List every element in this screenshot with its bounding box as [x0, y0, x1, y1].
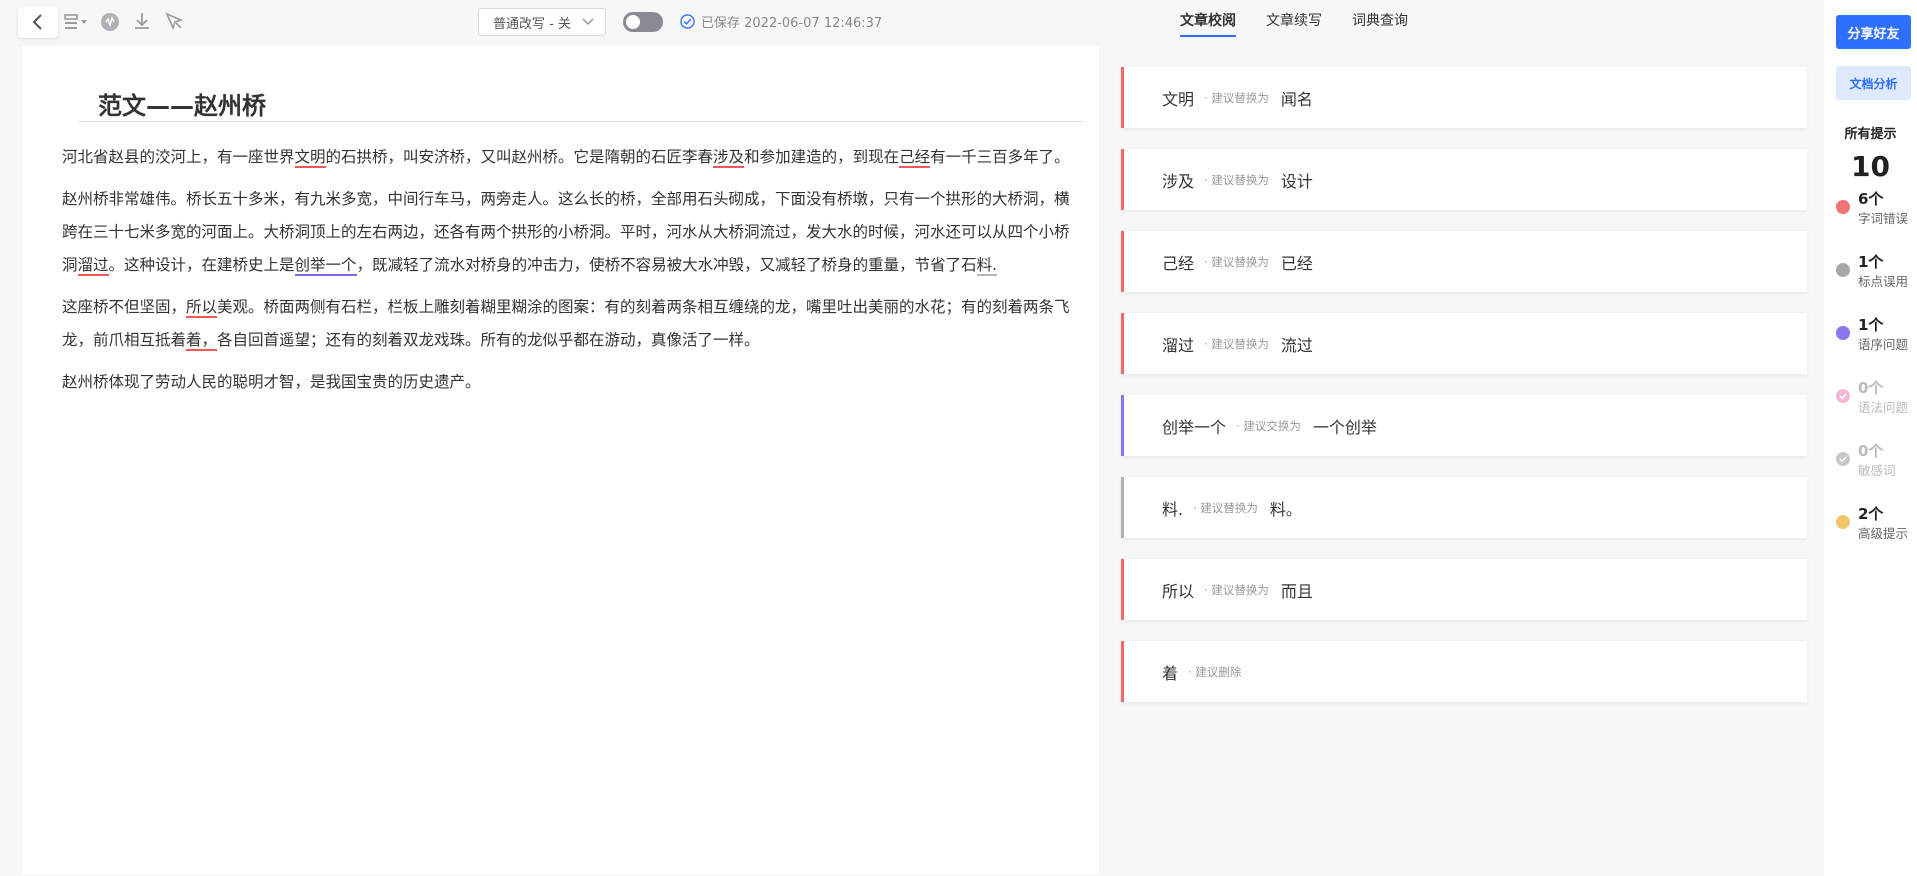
color-dot-icon	[1836, 326, 1850, 340]
hint-category-label: 语序问题	[1858, 337, 1909, 352]
suggestion-original: 涉及	[1162, 171, 1195, 191]
color-dot-icon	[1836, 515, 1850, 529]
rewrite-mode-value: 普通改写 - 关	[493, 16, 571, 32]
suggestion-card[interactable]: 溜过 · 建议替换为 流过	[1121, 313, 1807, 374]
suggestion-hint: · 建议删除	[1188, 664, 1242, 679]
suggestion-original: 所以	[1162, 581, 1195, 601]
hint-category-count: 0个	[1858, 442, 1884, 460]
hint-category-count: 2个	[1858, 505, 1884, 523]
document-paragraph[interactable]: 赵州桥非常雄伟。桥长五十多米，有九米多宽，中间行车马，两旁走人。这么长的桥，全部…	[62, 183, 1082, 282]
chevron-down-icon	[582, 18, 594, 26]
check-circle-icon	[1836, 452, 1850, 466]
suggestion-card[interactable]: 所以 · 建议替换为 而且	[1121, 559, 1807, 620]
flagged-text[interactable]: 溜过	[77, 256, 109, 276]
hint-category[interactable]: 1个语序问题	[1836, 314, 1917, 359]
tab-continue-writing[interactable]: 文章续写	[1266, 10, 1322, 37]
check-circle-icon	[680, 14, 695, 29]
suggestion-original: 料.	[1162, 499, 1184, 519]
flagged-text[interactable]: 涉及	[713, 148, 745, 168]
suggestion-replacement[interactable]: 一个创举	[1313, 414, 1377, 438]
save-status-text: 已保存 2022-06-07 12:46:37	[701, 16, 883, 31]
flagged-text[interactable]: 己经	[899, 148, 931, 168]
suggestion-hint: · 建议替换为	[1204, 582, 1269, 597]
flagged-text[interactable]: 着，	[186, 331, 218, 351]
suggestion-replacement[interactable]: 流过	[1281, 332, 1313, 356]
save-status: 已保存 2022-06-07 12:46:37	[680, 12, 882, 31]
download-icon[interactable]	[130, 9, 154, 33]
flagged-text[interactable]: 创举一个	[294, 256, 357, 276]
tab-dictionary[interactable]: 词典查询	[1352, 10, 1408, 37]
voice-icon[interactable]	[98, 10, 122, 34]
suggestion-hint: · 建议替换为	[1204, 90, 1269, 105]
suggestion-replacement[interactable]: 闻名	[1281, 86, 1313, 110]
pen-cursor-icon[interactable]	[162, 9, 186, 33]
hint-category-label: 字词错误	[1858, 211, 1909, 226]
rewrite-toggle[interactable]	[623, 12, 663, 32]
color-dot-icon	[1836, 200, 1850, 214]
suggestion-hint: · 建议替换为	[1204, 172, 1269, 187]
all-hints-label: 所有提示	[1844, 127, 1897, 142]
hint-category-label: 语法问题	[1858, 400, 1909, 415]
suggestion-original: 己经	[1162, 253, 1195, 273]
suggestion-original: 创举一个	[1162, 417, 1227, 437]
suggestion-hint: · 建议替换为	[1193, 500, 1258, 515]
document-title[interactable]: 范文——赵州桥	[78, 86, 1083, 122]
tab-review[interactable]: 文章校阅	[1180, 10, 1236, 37]
flagged-text[interactable]: 料.	[976, 256, 998, 276]
suggestion-card[interactable]: 料. · 建议替换为 料。	[1121, 477, 1807, 538]
document-paragraph[interactable]: 赵州桥体现了劳动人民的聪明才智，是我国宝贵的历史遗产。	[62, 366, 1082, 399]
hint-category[interactable]: 6个字词错误	[1836, 188, 1917, 233]
color-dot-icon	[1836, 263, 1850, 277]
suggestion-hint: · 建议替换为	[1204, 254, 1269, 269]
document-analysis-button[interactable]: 文档分析	[1836, 66, 1911, 100]
suggestion-card[interactable]: 文明 · 建议替换为 闻名	[1121, 67, 1807, 128]
suggestion-replacement[interactable]: 已经	[1281, 250, 1313, 274]
suggestion-replacement[interactable]: 而且	[1281, 578, 1313, 602]
suggestion-original: 着	[1162, 663, 1179, 683]
suggestion-card[interactable]: 涉及 · 建议替换为 设计	[1121, 149, 1807, 210]
rewrite-mode-select[interactable]: 普通改写 - 关	[478, 8, 606, 36]
share-button[interactable]: 分享好友	[1836, 15, 1911, 49]
document-body[interactable]: 河北省赵县的洨河上，有一座世界文明的石拱桥，叫安济桥，又叫赵州桥。它是隋朝的石匠…	[62, 141, 1082, 408]
hint-category[interactable]: 2个高级提示	[1836, 503, 1917, 548]
layout-icon[interactable]	[62, 10, 90, 34]
suggestion-card[interactable]: 己经 · 建议替换为 已经	[1121, 231, 1807, 292]
document-paragraph[interactable]: 这座桥不但坚固，所以美观。桥面两侧有石栏，栏板上雕刻着糊里糊涂的图案：有的刻着两…	[62, 291, 1082, 357]
hint-category-label: 标点误用	[1858, 274, 1909, 289]
suggestion-original: 文明	[1162, 89, 1195, 109]
hint-category-count: 0个	[1858, 379, 1884, 397]
hint-category-label: 敏感词	[1858, 463, 1896, 478]
hint-category-count: 1个	[1858, 316, 1884, 334]
flagged-text[interactable]: 所以	[186, 298, 218, 318]
flagged-text[interactable]: 文明	[294, 148, 326, 168]
check-circle-icon	[1836, 389, 1850, 403]
document-paragraph[interactable]: 河北省赵县的洨河上，有一座世界文明的石拱桥，叫安济桥，又叫赵州桥。它是隋朝的石匠…	[62, 141, 1082, 174]
back-button[interactable]	[18, 6, 58, 38]
hint-category-count: 6个	[1858, 190, 1884, 208]
hint-category[interactable]: 1个标点误用	[1836, 251, 1917, 296]
suggestion-hint: · 建议交换为	[1236, 418, 1301, 433]
toolbar: 普通改写 - 关 已保存 2022-06-07 12:46:37	[0, 0, 1100, 44]
top-tabs: 文章校阅 文章续写 词典查询	[1180, 10, 1408, 37]
hint-category-count: 1个	[1858, 253, 1884, 271]
chevron-left-icon	[32, 14, 42, 30]
suggestion-hint: · 建议替换为	[1204, 336, 1269, 351]
suggestion-card[interactable]: 着 · 建议删除	[1121, 641, 1807, 702]
hint-category[interactable]: 0个敏感词	[1836, 440, 1917, 485]
suggestion-original: 溜过	[1162, 335, 1195, 355]
suggestion-replacement[interactable]: 设计	[1281, 168, 1313, 192]
document-editor[interactable]: 范文——赵州桥 河北省赵县的洨河上，有一座世界文明的石拱桥，叫安济桥，又叫赵州桥…	[22, 46, 1099, 874]
suggestion-replacement[interactable]: 料。	[1270, 496, 1302, 520]
hint-category[interactable]: 0个语法问题	[1836, 377, 1917, 422]
all-hints-count: 10	[1851, 150, 1890, 183]
hint-category-label: 高级提示	[1858, 526, 1909, 541]
suggestion-list: 文明 · 建议替换为 闻名 涉及 · 建议替换为 设计 己经 · 建议替换为 已经 溜过 · 建议替…	[1121, 67, 1807, 723]
right-sidebar: 分享好友 文档分析 所有提示 10 6个 字词错误 1个 标点误用 1个 语序问题 0个 语法…	[1824, 0, 1917, 876]
suggestion-card[interactable]: 创举一个 · 建议交换为 一个创举	[1121, 395, 1807, 456]
